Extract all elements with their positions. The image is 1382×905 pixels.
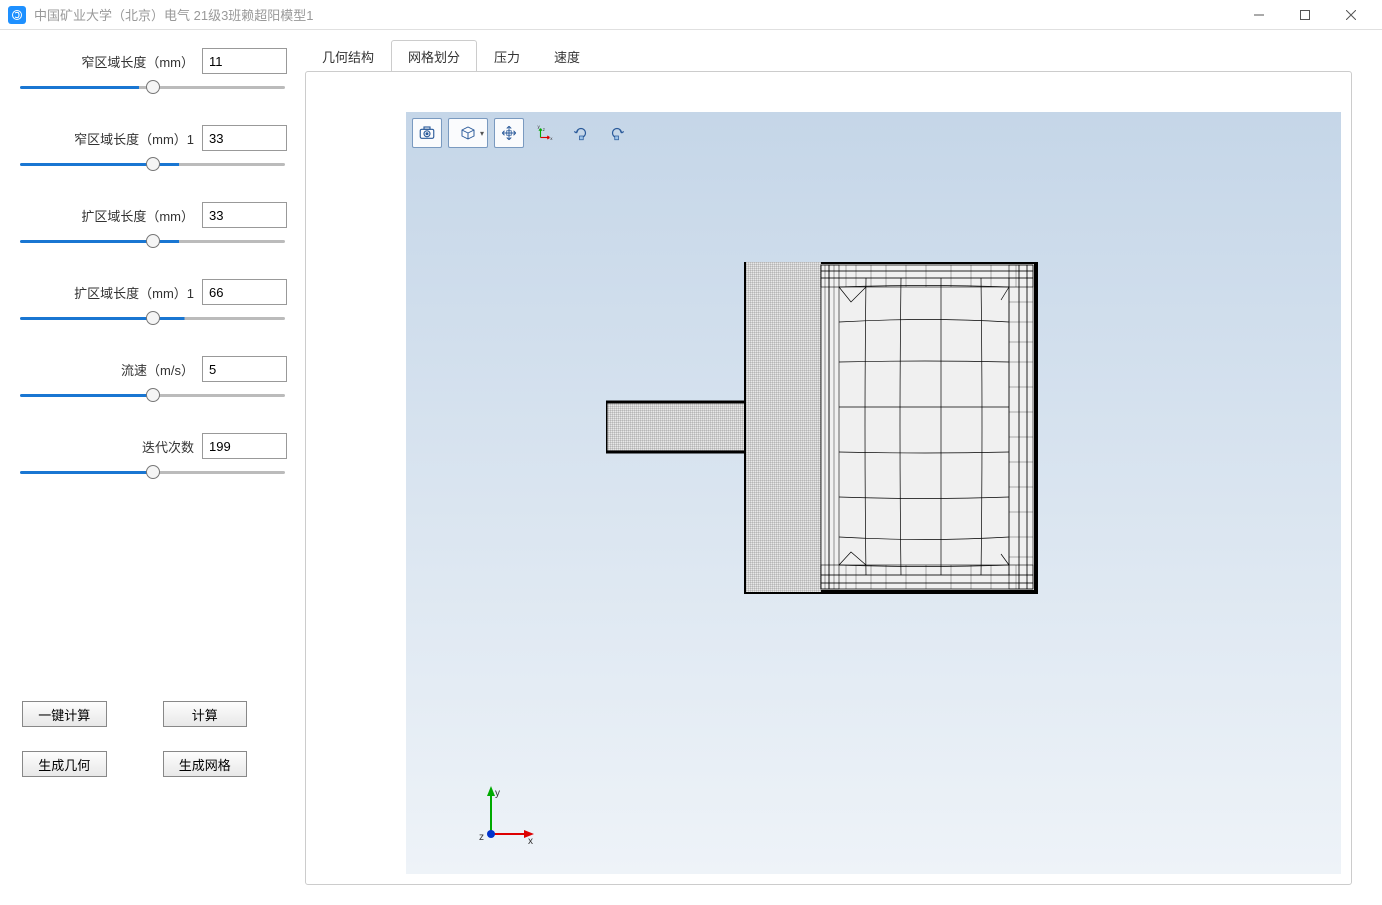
generate-geometry-button[interactable]: 生成几何 xyxy=(22,751,107,777)
param-group-5: 迭代次数 xyxy=(18,433,287,482)
axis-gizmo: y x z xyxy=(476,784,536,844)
param-input-narrow-length[interactable] xyxy=(202,48,287,74)
content-area: 几何结构 网格划分 压力 速度 zyx xyxy=(305,30,1382,905)
maximize-button[interactable] xyxy=(1282,1,1328,29)
param-input-wide-length-1[interactable] xyxy=(202,279,287,305)
param-group-0: 窄区域长度（mm） xyxy=(18,48,287,97)
param-slider-wide-length[interactable] xyxy=(20,234,285,248)
param-label: 扩区域长度（mm）1 xyxy=(74,283,194,302)
param-input-narrow-length-1[interactable] xyxy=(202,125,287,151)
window-title: 中国矿业大学（北京）电气 21级3班赖超阳模型1 xyxy=(34,5,1236,24)
generate-mesh-button[interactable]: 生成网格 xyxy=(163,751,248,777)
pan-icon[interactable] xyxy=(494,118,524,148)
svg-text:y: y xyxy=(538,124,541,129)
one-click-compute-button[interactable]: 一键计算 xyxy=(22,701,107,727)
param-slider-velocity[interactable] xyxy=(20,388,285,402)
param-slider-wide-length-1[interactable] xyxy=(20,311,285,325)
mesh-visualization xyxy=(606,262,1046,602)
rotate-cw-icon[interactable] xyxy=(602,118,632,148)
tab-pressure[interactable]: 压力 xyxy=(477,40,537,72)
app-icon xyxy=(8,6,26,24)
axes-icon[interactable]: zy x xyxy=(530,118,560,148)
param-input-wide-length[interactable] xyxy=(202,202,287,228)
param-group-2: 扩区域长度（mm） xyxy=(18,202,287,251)
tab-geometry[interactable]: 几何结构 xyxy=(305,40,391,72)
axis-z-label: z xyxy=(479,832,484,843)
rotate-ccw-icon[interactable] xyxy=(566,118,596,148)
minimize-button[interactable] xyxy=(1236,1,1282,29)
param-label: 窄区域长度（mm）1 xyxy=(74,129,194,148)
window-controls xyxy=(1236,1,1374,29)
param-slider-narrow-length-1[interactable] xyxy=(20,157,285,171)
param-input-velocity[interactable] xyxy=(202,356,287,382)
viewport-toolbar: zy x xyxy=(412,118,632,148)
param-label: 流速（m/s） xyxy=(121,360,194,379)
param-slider-narrow-length[interactable] xyxy=(20,80,285,94)
cube-icon[interactable] xyxy=(448,118,488,148)
close-button[interactable] xyxy=(1328,1,1374,29)
tab-velocity[interactable]: 速度 xyxy=(537,40,597,72)
svg-text:z: z xyxy=(543,127,546,132)
compute-button[interactable]: 计算 xyxy=(163,701,248,727)
param-input-iterations[interactable] xyxy=(202,433,287,459)
param-label: 迭代次数 xyxy=(142,437,194,456)
param-label: 扩区域长度（mm） xyxy=(81,206,194,225)
tab-mesh[interactable]: 网格划分 xyxy=(391,40,477,72)
axis-x-label: x xyxy=(528,836,533,844)
action-buttons: 一键计算 计算 生成几何 生成网格 xyxy=(18,701,287,887)
axis-y-label: y xyxy=(495,788,500,799)
param-group-3: 扩区域长度（mm）1 xyxy=(18,279,287,328)
tab-bar: 几何结构 网格划分 压力 速度 xyxy=(305,40,1352,71)
param-label: 窄区域长度（mm） xyxy=(81,52,194,71)
viewport-canvas[interactable]: zyx xyxy=(406,112,1341,874)
param-group-4: 流速（m/s） xyxy=(18,356,287,405)
viewport[interactable]: zyx xyxy=(305,71,1352,885)
param-slider-iterations[interactable] xyxy=(20,465,285,479)
sidebar: 窄区域长度（mm） 窄区域长度（mm）1 扩区域长度（mm） 扩区域长度（mm）… xyxy=(0,30,305,905)
title-bar: 中国矿业大学（北京）电气 21级3班赖超阳模型1 xyxy=(0,0,1382,30)
camera-icon[interactable] xyxy=(412,118,442,148)
svg-text:x: x xyxy=(550,136,553,141)
param-group-1: 窄区域长度（mm）1 xyxy=(18,125,287,174)
